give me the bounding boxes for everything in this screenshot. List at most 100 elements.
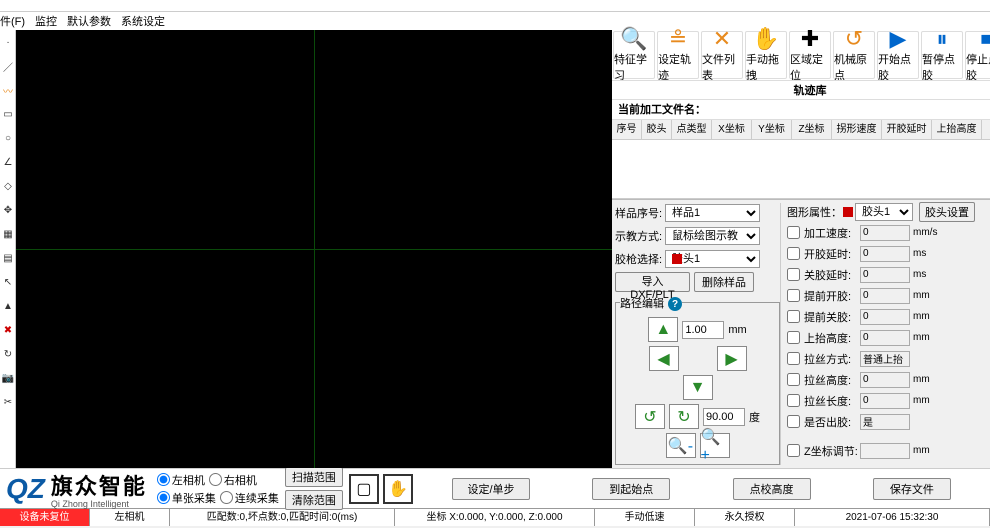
tool-rot-icon[interactable]: ↻ — [0, 342, 16, 366]
main-viewport[interactable] — [16, 30, 612, 468]
set-track-label: 设定轨迹 — [658, 51, 698, 83]
stop-button[interactable]: ⏹停止点胶 — [965, 31, 990, 79]
status-coord: 坐标 X:0.000, Y:0.000, Z:0.000 — [395, 509, 595, 526]
col-6: 拐形速度 — [832, 120, 882, 139]
jog-step-input[interactable] — [682, 321, 724, 339]
wire_mode-check[interactable] — [787, 352, 800, 365]
tool-rect-icon[interactable]: ▭ — [0, 102, 16, 126]
pause-button[interactable]: ⏸暂停点胶 — [921, 31, 963, 79]
head-color-swatch — [843, 207, 853, 217]
adv_close-input[interactable] — [860, 309, 910, 325]
z-adjust-unit: mm — [913, 445, 937, 456]
import-dxf-button[interactable]: 导入DXF/PLT — [615, 272, 690, 292]
delete-sample-button[interactable]: 删除样品 — [694, 272, 754, 292]
mode-hand-icon[interactable]: ✋ — [383, 474, 413, 504]
set-step-button[interactable]: 设定/单步 — [452, 478, 530, 500]
align-z-button[interactable]: 点校高度 — [733, 478, 811, 500]
speed-label: 加工速度: — [804, 225, 860, 241]
menu-default-params[interactable]: 默认参数 — [67, 13, 111, 29]
adv_open-check[interactable] — [787, 289, 800, 302]
dispense-check[interactable] — [787, 415, 800, 428]
menu-file[interactable]: 件(F) — [0, 13, 25, 29]
close_delay-check[interactable] — [787, 268, 800, 281]
close_delay-input[interactable] — [860, 267, 910, 283]
table-body[interactable] — [612, 140, 990, 199]
z-adjust-input[interactable] — [860, 443, 910, 459]
dispense-input[interactable] — [860, 414, 910, 430]
adv_close-unit: mm — [913, 311, 937, 322]
speed-input[interactable] — [860, 225, 910, 241]
start-icon: ▶ — [890, 27, 907, 51]
rotate-cw-button[interactable]: ↻ — [669, 404, 699, 429]
zoom-out-button[interactable]: 🔍- — [666, 433, 696, 458]
tool-camera-icon[interactable]: 📷 — [0, 366, 16, 390]
start-button[interactable]: ▶开始点胶 — [877, 31, 919, 79]
rotate-ccw-button[interactable]: ↺ — [635, 404, 665, 429]
menu-system[interactable]: 系统设定 — [121, 13, 165, 29]
tool-pliers-icon[interactable]: ✂ — [0, 390, 16, 414]
tool-move-icon[interactable]: ✥ — [0, 198, 16, 222]
jog-left-button[interactable]: ◀ — [649, 346, 679, 371]
wire_mode-input[interactable] — [860, 351, 910, 367]
wire_h-input[interactable] — [860, 372, 910, 388]
head-select[interactable]: 胶头1 — [855, 203, 913, 221]
save-file-button[interactable]: 保存文件 — [873, 478, 951, 500]
tool-circle-icon[interactable]: ○ — [0, 126, 16, 150]
tool-dot-icon[interactable]: · — [0, 30, 16, 54]
z_up-check[interactable] — [787, 331, 800, 344]
z-adjust-check[interactable] — [787, 444, 800, 457]
mode-rect-icon[interactable]: ▢ — [349, 474, 379, 504]
status-bar: 设备未复位 左相机 匹配数:0,坏点数:0,匹配时间:0(ms) 坐标 X:0.… — [0, 508, 990, 526]
adv_close-check[interactable] — [787, 310, 800, 323]
area-query-button[interactable]: ✚区域定位 — [789, 31, 831, 79]
tool-shape-icon[interactable]: ▲ — [0, 294, 16, 318]
tool-fill-icon[interactable]: ▦ — [0, 222, 16, 246]
help-icon[interactable]: ? — [668, 297, 682, 311]
open_delay-check[interactable] — [787, 247, 800, 260]
set-track-button[interactable]: ≗设定轨迹 — [657, 31, 699, 79]
tool-doc-icon[interactable]: ▤ — [0, 246, 16, 270]
clear-area-button[interactable]: 清除范围 — [285, 490, 343, 510]
jog-up-button[interactable]: ▲ — [648, 317, 678, 342]
left-camera-radio[interactable]: 左相机 — [157, 472, 205, 488]
col-4: Y坐标 — [752, 120, 792, 139]
path-edit-group: 路径编辑? ▲ mm ◀ ▶ ▼ — [615, 295, 780, 466]
continuous-capture-radio[interactable]: 连续采集 — [220, 490, 279, 506]
zoom-in-button[interactable]: 🔍+ — [700, 433, 730, 458]
jog-angle-input[interactable] — [703, 408, 745, 426]
speed-check[interactable] — [787, 226, 800, 239]
file-list-button[interactable]: ✕文件列表 — [701, 31, 743, 79]
single-capture-radio[interactable]: 单张采集 — [157, 490, 216, 506]
tool-arc-icon[interactable]: 〰 — [0, 78, 16, 102]
tool-cursor-icon[interactable]: ↖ — [0, 270, 16, 294]
menu-monitor[interactable]: 监控 — [35, 13, 57, 29]
current-file-label: 当前加工文件名： — [618, 104, 706, 116]
jog-down-button[interactable]: ▼ — [683, 375, 713, 400]
to-start-button[interactable]: 到起始点 — [592, 478, 670, 500]
adv_open-input[interactable] — [860, 288, 910, 304]
teach-select[interactable]: 鼠标绘图示教 — [665, 227, 760, 245]
status-device: 设备未复位 — [0, 509, 90, 526]
tool-diamond-icon[interactable]: ◇ — [0, 174, 16, 198]
tool-x-icon[interactable]: ✖ — [0, 318, 16, 342]
right-camera-radio[interactable]: 右相机 — [209, 472, 257, 488]
wire_h-check[interactable] — [787, 373, 800, 386]
tool-line-icon[interactable]: ／ — [0, 54, 16, 78]
open_delay-input[interactable] — [860, 246, 910, 262]
hand-drag-button[interactable]: ✋手动拖拽 — [745, 31, 787, 79]
status-speed: 手动低速 — [595, 509, 695, 526]
tool-angle-icon[interactable]: ∠ — [0, 150, 16, 174]
wire_l-check[interactable] — [787, 394, 800, 407]
head-config-button[interactable]: 胶头设置 — [919, 202, 975, 222]
feature-learn-button[interactable]: 🔍特征学习 — [613, 31, 655, 79]
glue-label: 胶枪选择: — [615, 251, 665, 267]
logo-cn: 旗众智能 — [51, 469, 147, 501]
scan-area-button[interactable]: 扫描范围 — [285, 467, 343, 487]
feature-learn-icon: 🔍 — [620, 27, 647, 51]
product-label: 样品序号: — [615, 205, 665, 221]
wire_l-input[interactable] — [860, 393, 910, 409]
jog-right-button[interactable]: ▶ — [717, 346, 747, 371]
machine-home-button[interactable]: ↺机械原点 — [833, 31, 875, 79]
z_up-input[interactable] — [860, 330, 910, 346]
product-select[interactable]: 样品1 — [665, 204, 760, 222]
